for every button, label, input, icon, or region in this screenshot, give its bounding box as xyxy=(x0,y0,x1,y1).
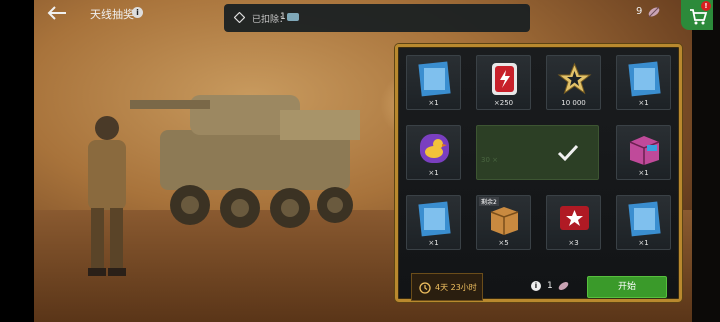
start-button[interactable]: 开始 xyxy=(587,276,667,298)
prize-count: ×5 xyxy=(498,239,509,247)
clock-icon xyxy=(419,282,431,294)
crate-icon xyxy=(490,207,519,235)
prize-count: ×1 xyxy=(638,239,649,247)
back-arrow-icon[interactable] xyxy=(46,4,68,22)
soldier-illustration xyxy=(88,116,126,276)
star-icon xyxy=(557,62,592,95)
right-edge xyxy=(692,0,720,322)
shop-button[interactable]: ! xyxy=(681,0,713,30)
blueprint-icon xyxy=(628,61,661,97)
prize-cell-7[interactable]: ×1 xyxy=(406,195,461,250)
feather-icon xyxy=(558,282,569,290)
prize-count: ×3 xyxy=(568,239,579,247)
cost-value: 1 xyxy=(547,281,553,291)
prize-cell-6[interactable]: ×1 xyxy=(616,125,671,180)
deducted-panel: 已扣除： 1 xyxy=(224,4,530,32)
rubber-duck-icon xyxy=(420,134,449,163)
timer-box: 4天 23小时 xyxy=(411,273,483,301)
prize-cell-1[interactable]: ×1 xyxy=(406,55,461,110)
prize-count: ×1 xyxy=(638,169,649,177)
left-edge xyxy=(0,0,34,322)
loot-chest-icon xyxy=(629,136,660,165)
prize-board: ×1 ×250 10 000 ×1 ×1 30 × ×1 ×1 剩余2 ×5 ×… xyxy=(395,44,682,302)
prize-count: ×1 xyxy=(428,239,439,247)
tank-illustration xyxy=(130,95,360,228)
blueprint-icon xyxy=(418,61,451,97)
prize-cell-9[interactable]: ×3 xyxy=(546,195,601,250)
prize-cell-2[interactable]: ×250 xyxy=(476,55,531,110)
blueprint-icon xyxy=(418,201,451,237)
ticket-icon xyxy=(287,13,299,21)
prize-cell-8[interactable]: 剩余2 ×5 xyxy=(476,195,531,250)
deducted-value: 1 xyxy=(280,12,286,22)
prize-grid: ×1 ×250 10 000 ×1 ×1 30 × ×1 ×1 剩余2 ×5 ×… xyxy=(406,55,671,275)
shop-badge: ! xyxy=(701,1,711,11)
currency-amount: 9 xyxy=(636,6,643,17)
board-footer: 4天 23小时 i 1 开始 xyxy=(411,273,673,301)
prize-cell-10[interactable]: ×1 xyxy=(616,195,671,250)
feather-icon xyxy=(648,6,660,18)
checkmark-icon xyxy=(557,144,579,162)
prize-count: ×1 xyxy=(638,99,649,107)
consumable-card-icon xyxy=(492,63,517,95)
prize-count: 10 000 xyxy=(561,99,586,107)
info-icon[interactable]: i xyxy=(531,281,541,291)
won-faint-text: 30 × xyxy=(481,156,498,164)
diamond-icon xyxy=(234,12,245,23)
blueprint-icon xyxy=(628,201,661,237)
page-title: 天线抽奖 xyxy=(90,8,134,21)
info-icon[interactable]: i xyxy=(132,7,143,18)
won-prize-cell[interactable]: 30 × xyxy=(476,125,599,180)
prize-count: ×250 xyxy=(493,99,514,107)
prize-cell-5[interactable]: ×1 xyxy=(406,125,461,180)
prize-cell-4[interactable]: ×1 xyxy=(616,55,671,110)
prize-cell-3[interactable]: 10 000 xyxy=(546,55,601,110)
prize-count: ×1 xyxy=(428,169,439,177)
booster-icon xyxy=(560,206,589,230)
timer-text: 4天 23小时 xyxy=(435,283,477,292)
prize-count: ×1 xyxy=(428,99,439,107)
